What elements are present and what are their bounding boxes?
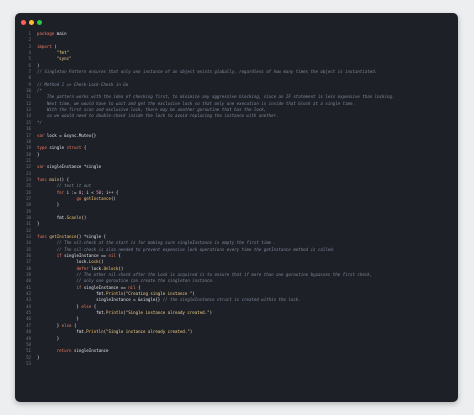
code-token: ; i++ { — [101, 189, 119, 195]
code-editor[interactable]: 1 package main 2 3 import (4 "fmt" 5 "sync" 6)… — [19, 31, 456, 367]
code-token: nil — [128, 284, 136, 290]
code-token: "fmt" — [37, 50, 70, 56]
code-token: // test it out — [37, 183, 92, 189]
code-token: singleInstance = — [37, 297, 139, 303]
code-token: } — [37, 354, 40, 360]
code-token: /* — [37, 88, 42, 94]
code-window: 1 package main 2 3 import (4 "fmt" 5 "sync" 6)… — [15, 13, 458, 402]
code-token: { — [135, 284, 141, 290]
code-token: // Method 1 => Check-Lock-Check in Go — [37, 81, 129, 87]
code-token: else — [81, 303, 92, 309]
code-token: // The nil-check is also needed to preve… — [37, 246, 336, 252]
code-token: The pattern works with the idea of check… — [37, 94, 395, 100]
code-token: // The other nil-check after the Lock is… — [37, 272, 373, 278]
code-token: lock = — [44, 132, 65, 138]
code-token: fmt. — [37, 214, 67, 220]
code-token: Println — [86, 329, 104, 335]
code-token: fmt. — [37, 291, 107, 297]
code-token: Lock — [88, 259, 99, 265]
code-token: "Creating single instance " — [125, 291, 193, 297]
code-token: With the first scan and exclusive lock, … — [37, 107, 267, 113]
code-token: fmt. — [37, 329, 87, 335]
code-token: ) — [189, 329, 193, 335]
code-token: func — [37, 176, 47, 182]
code-token: &single{} — [138, 297, 161, 303]
code-token: */ — [37, 119, 42, 125]
code-token: ) — [209, 310, 213, 316]
code-token: import — [37, 43, 52, 49]
code-line: 53 — [19, 361, 456, 367]
code-token: { — [81, 145, 87, 151]
code-token: main — [54, 31, 67, 36]
code-token: Unlock — [103, 265, 119, 271]
window-titlebar — [15, 13, 458, 31]
code-token: singleInstance == — [61, 253, 109, 259]
code-token: i := — [64, 189, 79, 195]
code-token: } — [37, 335, 60, 341]
code-token: so we would need to double-check inside … — [37, 113, 279, 119]
line-number: 53 — [26, 360, 31, 366]
code-token: lock. — [88, 265, 104, 271]
code-token: } — [37, 151, 40, 157]
code-token: single — [46, 145, 67, 151]
code-token: // Singleton Pattern ensures that only o… — [37, 69, 378, 75]
code-token: ) — [192, 291, 195, 297]
code-token: } — [37, 202, 60, 208]
code-token: // The nil-check at the start is for mak… — [37, 240, 277, 246]
code-token: "sync" — [37, 56, 72, 62]
code-token: lock. — [37, 259, 89, 265]
code-token: "Single instance already created." — [125, 310, 210, 316]
code-token: () { — [59, 176, 70, 182]
code-token: package — [37, 31, 55, 36]
code-token: func — [37, 234, 47, 239]
code-token: Next time, we would have to wait and get… — [37, 100, 355, 106]
code-token: singleInstance == — [81, 284, 129, 290]
code-token: singleInstance *single — [44, 164, 102, 170]
code-token: ( — [51, 43, 57, 49]
close-window-icon[interactable] — [21, 20, 26, 25]
code-token: // only one goroutine can create the sin… — [37, 278, 215, 284]
code-token: type — [37, 145, 47, 151]
code-token: getInstance — [46, 234, 77, 239]
code-token: &sync.Mutex{} — [64, 132, 97, 138]
code-token: nil — [108, 253, 116, 259]
code-token: for — [56, 189, 65, 195]
zoom-window-icon[interactable] — [37, 20, 42, 25]
code-token: () — [98, 259, 104, 265]
code-token: ; i < — [81, 189, 97, 195]
code-token: getInstance — [81, 195, 111, 201]
code-token: { — [71, 322, 77, 328]
code-token: } — [37, 303, 82, 309]
code-token: } — [37, 221, 40, 227]
code-token: } — [37, 316, 79, 322]
code-token: singleInstance — [71, 348, 109, 354]
code-token: () *single { — [76, 234, 107, 239]
code-token: { — [115, 253, 121, 259]
code-token: "Single instance already created." — [106, 329, 190, 335]
code-token: struct — [66, 145, 82, 151]
code-token: } — [37, 322, 62, 328]
code-token: () — [81, 214, 87, 220]
code-token: ) — [37, 62, 40, 68]
code-token: Println — [106, 310, 124, 316]
code-token: () — [118, 265, 124, 271]
minimize-window-icon[interactable] — [29, 20, 34, 25]
code-token: Scanln — [66, 214, 82, 220]
code-token: defer — [76, 265, 89, 271]
code-token: () — [110, 195, 116, 201]
code-token: { — [91, 303, 97, 309]
code-token: // the singleInstance struct is created … — [160, 297, 301, 303]
code-token: main — [46, 176, 60, 182]
code-token: fmt. — [37, 310, 107, 316]
code-token: return — [56, 348, 72, 354]
code-token: Println — [106, 291, 124, 297]
code-token: else — [61, 322, 72, 328]
